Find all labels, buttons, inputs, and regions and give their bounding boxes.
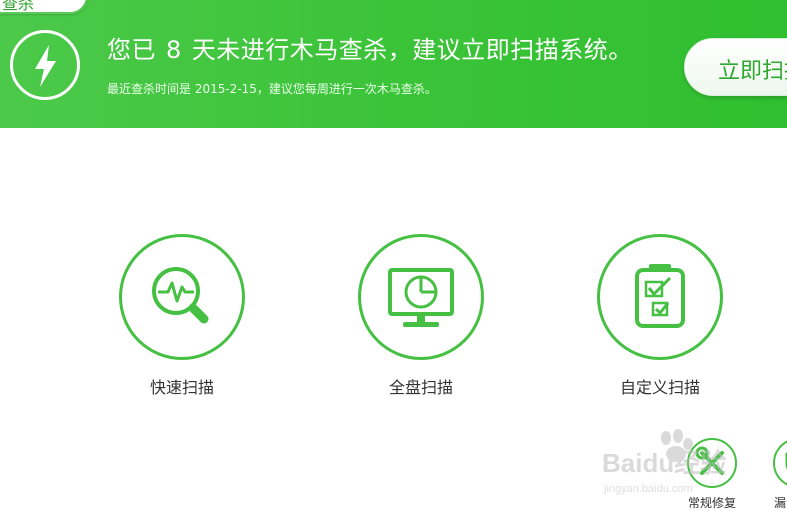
- custom-scan-button[interactable]: [597, 234, 723, 360]
- vulnerability-repair-label: 漏洞修复: [773, 496, 787, 510]
- title-suffix: 天未进行木马查杀，建议立即扫描系统。: [191, 36, 633, 64]
- monitor-pie-icon: [388, 268, 454, 327]
- days-count: 8: [166, 36, 182, 64]
- back-tab[interactable]: 查杀: [0, 0, 88, 14]
- quick-scan-button[interactable]: [119, 234, 245, 360]
- vulnerability-repair-tool[interactable]: 漏洞修复: [770, 438, 787, 511]
- scan-now-label: 立即扫描: [718, 59, 787, 84]
- custom-scan-label: 自定义扫描: [619, 378, 700, 397]
- banner-title: 您已 8 天未进行木马查杀，建议立即扫描系统。: [107, 30, 633, 65]
- custom-scan-option[interactable]: 自定义扫描: [597, 234, 723, 398]
- vulnerability-repair-button[interactable]: [773, 438, 787, 488]
- full-scan-label: 全盘扫描: [388, 378, 453, 397]
- common-repair-button[interactable]: [687, 438, 737, 488]
- full-scan-button[interactable]: [358, 234, 484, 360]
- clipboard-check-icon: [635, 264, 685, 328]
- status-banner: 查杀 您已 8 天未进行木马查杀，建议立即扫描系统。 最近查杀时间是 2015-2-…: [0, 0, 787, 128]
- wrench-screwdriver-icon: [695, 446, 724, 475]
- last-scan-info: 最近查杀时间是 2015-2-15，建议您每周进行一次木马查杀。: [107, 82, 437, 96]
- full-scan-option[interactable]: 全盘扫描: [358, 234, 484, 398]
- title-prefix: 您已: [107, 36, 156, 64]
- magnifier-pulse-icon: [152, 267, 209, 324]
- quick-scan-label: 快速扫描: [149, 378, 214, 397]
- common-repair-label: 常规修复: [687, 496, 736, 510]
- watermark-url: jingyan.baidu.com: [603, 483, 693, 495]
- quick-scan-option[interactable]: 快速扫描: [119, 234, 245, 398]
- back-tab-label: 查杀: [2, 0, 35, 13]
- common-repair-tool[interactable]: 常规修复: [684, 438, 740, 511]
- lightning-icon: [10, 30, 80, 100]
- scan-now-button[interactable]: 立即扫描: [684, 38, 787, 96]
- shield-icon: [785, 452, 787, 470]
